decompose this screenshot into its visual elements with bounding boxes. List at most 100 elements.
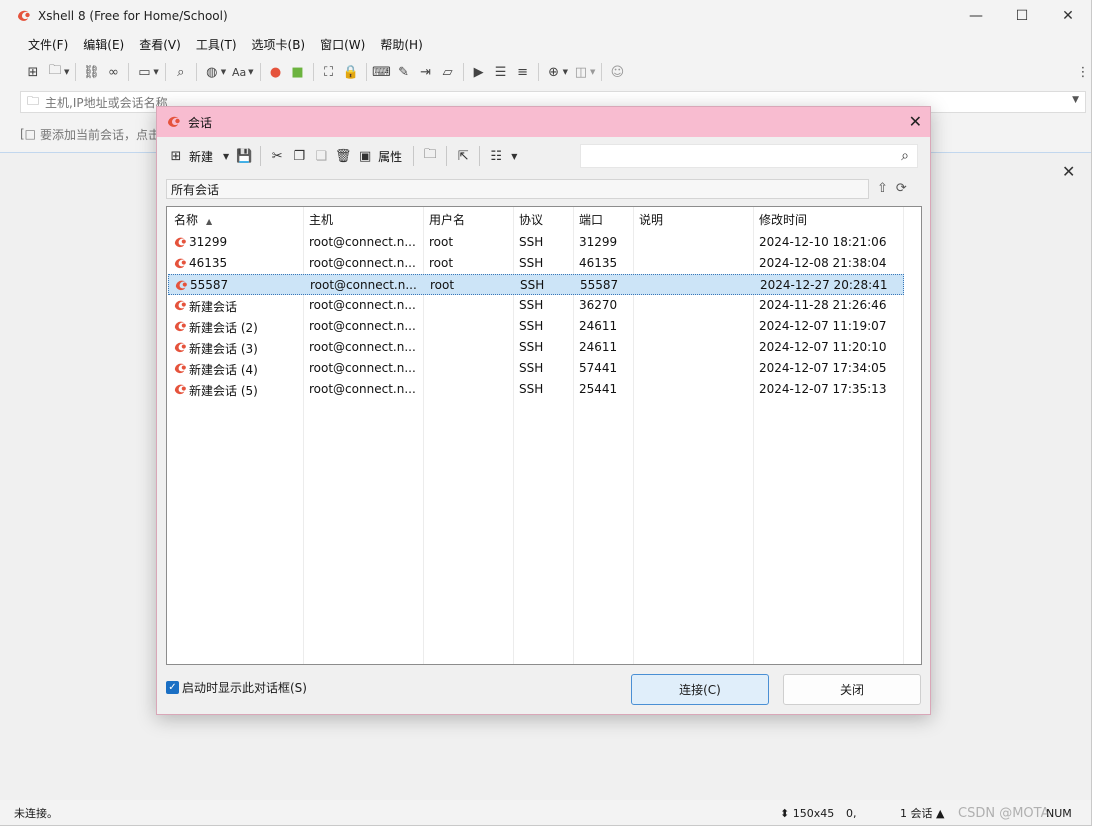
- cell-host: root@connect.n...: [309, 298, 416, 312]
- cell-protocol: SSH: [520, 278, 545, 292]
- session-count[interactable]: 1 会话 ▲: [900, 805, 944, 821]
- checkbox-checked-icon[interactable]: ✓: [166, 681, 179, 694]
- cut-icon[interactable]: ✂: [266, 145, 288, 167]
- reconnect-icon[interactable]: ∞: [102, 62, 124, 82]
- connect-button[interactable]: 连接(C): [631, 674, 769, 705]
- script-icon[interactable]: ▱: [437, 62, 459, 82]
- menu-tabs[interactable]: 选项卡(B): [252, 36, 306, 53]
- layout-icon[interactable]: ◫: [570, 62, 592, 82]
- session-search-input[interactable]: ⌕: [580, 144, 918, 168]
- export-icon[interactable]: ⇱: [452, 145, 474, 167]
- record-icon[interactable]: ▶: [468, 62, 490, 82]
- table-row[interactable]: 55587 root@connect.n... root SSH 55587 2024-1…: [168, 274, 904, 295]
- search-icon[interactable]: ⌕: [901, 148, 909, 164]
- notes-icon[interactable]: ≡: [512, 62, 534, 82]
- table-row[interactable]: 新建会话 (4) root@connect.n... SSH 57441 2024-12…: [168, 358, 904, 379]
- minimize-button[interactable]: —: [953, 0, 999, 31]
- cell-host: root@connect.n...: [309, 235, 416, 249]
- new-session-icon[interactable]: ⊞: [22, 62, 44, 82]
- list-view-icon[interactable]: ☷: [485, 145, 507, 167]
- globe-icon[interactable]: ◍: [201, 62, 223, 82]
- log-icon[interactable]: ☰: [490, 62, 512, 82]
- breadcrumb-actions: ⇧ ⟳: [877, 181, 907, 196]
- num-lock-indicator: NUM: [1046, 806, 1072, 820]
- new-session-icon[interactable]: ⊞: [165, 145, 187, 167]
- folder-breadcrumb[interactable]: 所有会话: [166, 179, 869, 199]
- session-icon: [173, 340, 188, 355]
- find-icon[interactable]: ⌕: [170, 62, 192, 82]
- panel-close-icon[interactable]: ✕: [1062, 162, 1075, 181]
- properties-button-label[interactable]: 属性: [378, 148, 402, 165]
- menu-window[interactable]: 窗口(W): [320, 36, 365, 53]
- menu-view[interactable]: 查看(V): [139, 36, 181, 53]
- cell-name: 46135: [189, 256, 228, 270]
- startup-checkbox-label: 启动时显示此对话框(S): [182, 681, 307, 695]
- open-folder-icon[interactable]: 🗀: [419, 145, 441, 167]
- compose-icon[interactable]: ✎: [393, 62, 415, 82]
- font-icon[interactable]: Aa: [228, 62, 250, 82]
- encoding-dropdown-icon[interactable]: ▼: [221, 68, 226, 76]
- table-row[interactable]: 新建会话 (3) root@connect.n... SSH 24611 2024-12…: [168, 337, 904, 358]
- table-row[interactable]: 新建会话 (2) root@connect.n... SSH 24611 2024-12…: [168, 316, 904, 337]
- startup-checkbox[interactable]: ✓ 启动时显示此对话框(S): [166, 679, 307, 696]
- maximize-button[interactable]: ☐: [999, 0, 1045, 31]
- paste-icon[interactable]: ❏: [310, 145, 332, 167]
- cell-protocol: SSH: [519, 382, 544, 396]
- keyboard-icon[interactable]: ⌨: [371, 62, 393, 82]
- table-row[interactable]: 31299 root@connect.n... root SSH 31299 2024-1…: [168, 232, 904, 253]
- more-options-icon[interactable]: ⋮: [1072, 62, 1091, 82]
- menu-tools[interactable]: 工具(T): [196, 36, 237, 53]
- lock-icon[interactable]: 🔒: [340, 62, 362, 82]
- toolbar-separator: [75, 63, 77, 81]
- xshell-icon[interactable]: ●: [265, 62, 287, 82]
- column-header-port[interactable]: 端口: [579, 211, 603, 228]
- column-header-description[interactable]: 说明: [639, 211, 663, 228]
- add-tab-icon[interactable]: ⊕: [543, 62, 565, 82]
- new-tab-icon[interactable]: ▭: [133, 62, 155, 82]
- new-dropdown-icon[interactable]: ▼: [223, 152, 229, 161]
- address-dropdown-icon[interactable]: ▼: [1072, 95, 1079, 105]
- menu-help[interactable]: 帮助(H): [380, 36, 422, 53]
- add-dropdown-icon[interactable]: ▼: [563, 68, 568, 76]
- main-toolbar: ⊞ 🗀 ▼ ⛓ ∞ ▭ ▼ ⌕ ◍ ▼ Aa ▼ ● ■ ⛶ 🔒 ⌨ ✎ ⇥ ▱ ▶ ☰…: [0, 60, 1091, 84]
- cell-username: root: [430, 278, 455, 292]
- dialog-title: 会话: [188, 115, 213, 130]
- tab-dropdown-icon[interactable]: ▼: [153, 68, 158, 76]
- status-bar: 未连接。 ⬍ 150x45 0, 1 会话 ▲ NUM: [0, 800, 1091, 825]
- table-header: 名称 ▲ 主机 用户名 协议 端口 说明 修改时间: [167, 207, 921, 231]
- xftp-icon[interactable]: ■: [287, 62, 309, 82]
- save-icon[interactable]: 💾: [233, 145, 255, 167]
- column-header-username[interactable]: 用户名: [429, 211, 465, 228]
- column-header-name[interactable]: 名称 ▲: [174, 211, 212, 228]
- delete-icon[interactable]: 🗑: [332, 145, 354, 167]
- close-window-button[interactable]: ✕: [1045, 0, 1091, 31]
- table-row[interactable]: 46135 root@connect.n... root SSH 46135 2024-1…: [168, 253, 904, 274]
- column-header-protocol[interactable]: 协议: [519, 211, 543, 228]
- parent-folder-icon[interactable]: ⇧: [877, 181, 888, 196]
- layout-dropdown-icon[interactable]: ▼: [590, 68, 595, 76]
- font-dropdown-icon[interactable]: ▼: [248, 68, 253, 76]
- menu-edit[interactable]: 编辑(E): [83, 36, 124, 53]
- copy-icon[interactable]: ❐: [288, 145, 310, 167]
- help-icon[interactable]: ☺: [606, 62, 628, 82]
- refresh-icon[interactable]: ⟳: [896, 181, 907, 196]
- open-dropdown-icon[interactable]: ▼: [64, 68, 69, 76]
- properties-icon[interactable]: ▣: [354, 145, 376, 167]
- column-header-host[interactable]: 主机: [309, 211, 333, 228]
- cell-modified: 2024-12-27 20:28:41: [760, 278, 888, 292]
- fullscreen-icon[interactable]: ⛶: [318, 62, 340, 82]
- menu-file[interactable]: 文件(F): [28, 36, 68, 53]
- close-button[interactable]: 关闭: [783, 674, 921, 705]
- new-button-label[interactable]: 新建: [189, 148, 213, 165]
- disconnect-icon[interactable]: ⛓: [80, 62, 102, 82]
- table-row[interactable]: 新建会话 root@connect.n... SSH 36270 2024-11-28 …: [168, 295, 904, 316]
- hint-bar: [□ 要添加当前会话，点击: [20, 123, 160, 145]
- table-row[interactable]: 新建会话 (5) root@connect.n... SSH 25441 2024-12…: [168, 379, 904, 400]
- column-header-modified[interactable]: 修改时间: [759, 211, 807, 228]
- terminal-size: ⬍ 150x45: [780, 806, 835, 820]
- transfer-icon[interactable]: ⇥: [415, 62, 437, 82]
- open-folder-icon[interactable]: 🗀: [44, 62, 66, 82]
- view-dropdown-icon[interactable]: ▼: [511, 152, 517, 161]
- dialog-close-icon[interactable]: ✕: [909, 112, 922, 131]
- toolbar-separator: [479, 146, 481, 166]
